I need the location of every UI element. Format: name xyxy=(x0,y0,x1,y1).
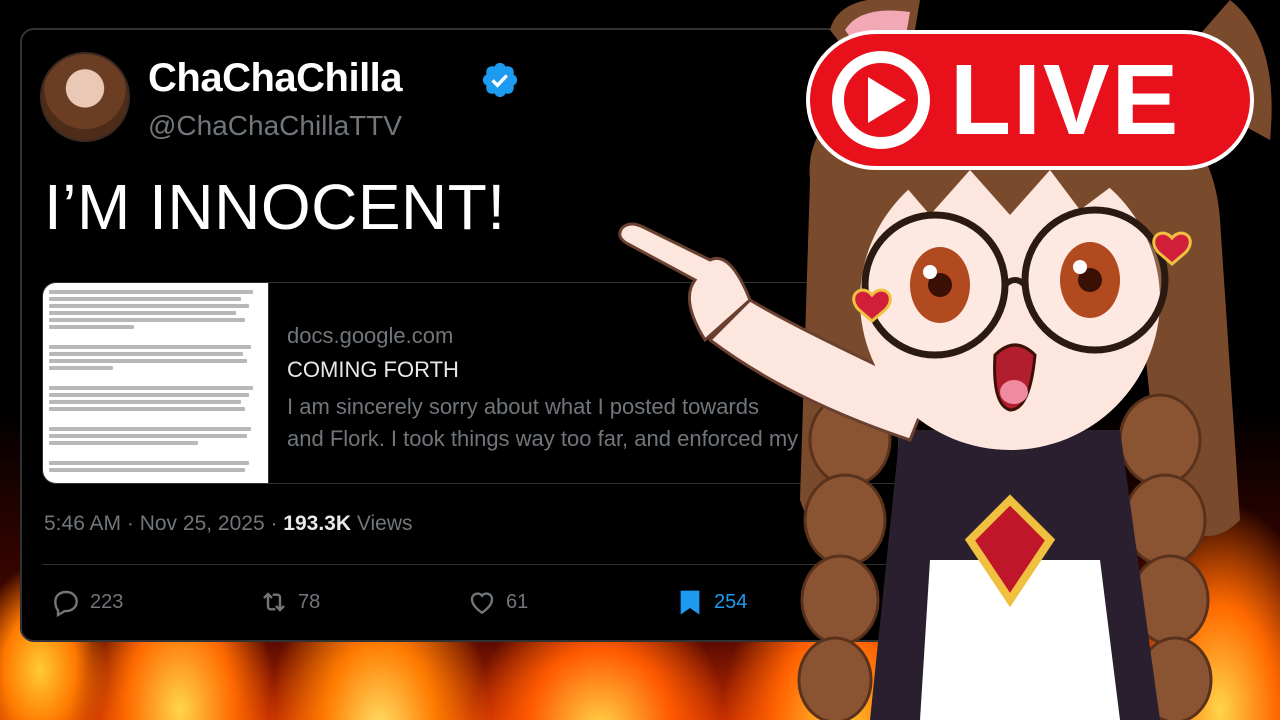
avatar[interactable] xyxy=(40,52,130,142)
tweet-metadata: 5:46 AM · Nov 25, 2025 · 193.3K Views xyxy=(44,512,413,536)
repost-count: 78 xyxy=(298,590,321,613)
reply-icon xyxy=(54,590,78,618)
live-badge: LIVE xyxy=(806,30,1254,170)
reply-button[interactable]: 223 xyxy=(50,586,123,618)
repost-icon xyxy=(263,592,285,612)
live-label: LIVE xyxy=(950,44,1181,156)
views-count: 193.3K xyxy=(283,512,352,535)
document-thumbnail xyxy=(43,283,269,483)
timestamp[interactable]: 5:46 AM · Nov 25, 2025 · xyxy=(44,512,283,535)
views-label: Views xyxy=(351,512,413,535)
link-title: COMING FORTH xyxy=(287,357,459,382)
link-domain: docs.google.com xyxy=(287,323,454,348)
reply-count: 223 xyxy=(90,590,124,613)
repost-button[interactable]: 78 xyxy=(258,586,320,618)
like-icon xyxy=(470,592,494,615)
tweet-text: I’M INNOCENT! xyxy=(44,171,506,243)
verified-badge-icon xyxy=(482,62,518,98)
handle[interactable]: @ChaChaChillaTTV xyxy=(148,110,402,142)
like-count: 61 xyxy=(506,590,529,613)
display-name[interactable]: ChaChaChilla xyxy=(148,56,403,101)
play-icon xyxy=(832,51,930,149)
like-button[interactable]: 61 xyxy=(466,586,528,618)
